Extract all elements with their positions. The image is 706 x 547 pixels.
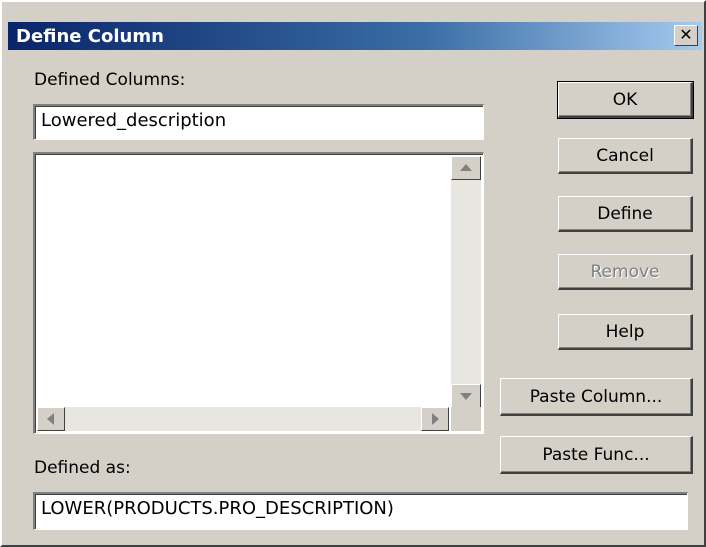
column-name-input[interactable]: Lowered_description — [33, 104, 484, 140]
vertical-scrollbar[interactable] — [451, 156, 481, 408]
paste-column-button[interactable]: Paste Column... — [500, 378, 693, 416]
paste-func-button[interactable]: Paste Func... — [500, 436, 693, 474]
defined-columns-label: Defined Columns: — [34, 70, 186, 90]
scroll-down-button[interactable] — [451, 384, 481, 408]
scroll-left-arrow-icon — [47, 413, 54, 425]
dialog-title: Define Column — [16, 26, 164, 47]
defined-columns-list[interactable] — [33, 152, 484, 434]
scroll-up-arrow-icon — [460, 164, 472, 171]
close-button[interactable]: ✕ — [674, 25, 698, 46]
ok-button[interactable]: OK — [557, 81, 694, 119]
scrollbar-corner — [451, 407, 481, 431]
title-bar[interactable]: Define Column ✕ — [8, 22, 702, 50]
remove-button[interactable]: Remove — [558, 254, 693, 290]
define-column-dialog: Define Column ✕ Defined Columns: Lowered… — [0, 0, 706, 547]
scroll-down-arrow-icon — [460, 393, 472, 400]
help-button[interactable]: Help — [558, 314, 693, 350]
close-icon: ✕ — [679, 25, 693, 44]
define-button[interactable]: Define — [558, 196, 693, 232]
horizontal-scrollbar[interactable] — [37, 407, 449, 431]
scroll-right-button[interactable] — [421, 407, 449, 431]
defined-as-label: Defined as: — [34, 458, 131, 478]
cancel-button[interactable]: Cancel — [558, 138, 693, 174]
scroll-up-button[interactable] — [451, 156, 481, 180]
scroll-right-arrow-icon — [432, 413, 439, 425]
scroll-left-button[interactable] — [37, 407, 65, 431]
expression-input[interactable]: LOWER(PRODUCTS.PRO_DESCRIPTION) — [33, 492, 688, 530]
